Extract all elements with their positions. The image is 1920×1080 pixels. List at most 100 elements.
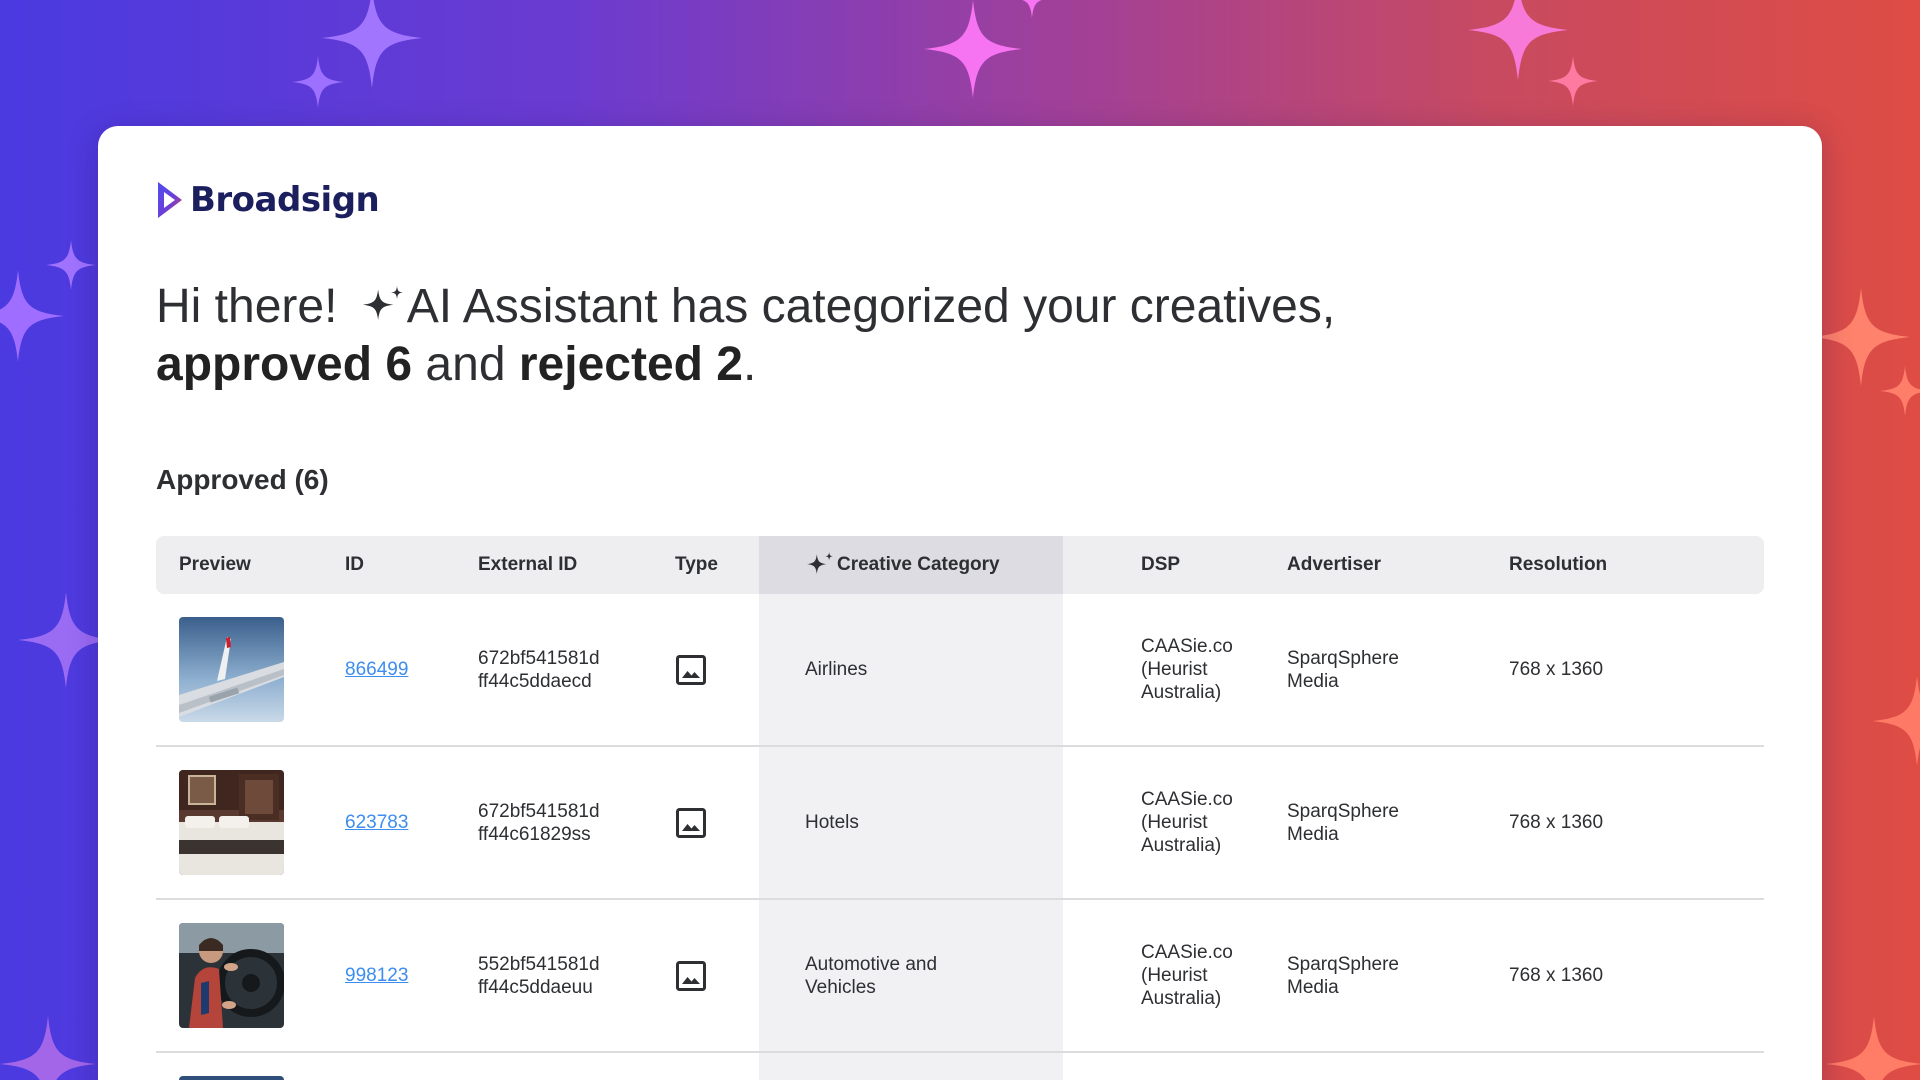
dsp-line: (Heurist — [1141, 812, 1208, 833]
ai-sparkle-icon — [806, 552, 833, 575]
sparkle-icon — [1826, 1016, 1920, 1080]
column-header-advertiser[interactable]: Advertiser — [1264, 536, 1486, 594]
sparkle-icon — [1872, 676, 1920, 766]
resolution-cell: 768 x 1360 — [1509, 965, 1604, 986]
column-header-resolution[interactable]: Resolution — [1486, 536, 1764, 594]
car-driver-thumbnail[interactable] — [179, 923, 284, 1028]
dsp-cell — [1063, 1053, 1264, 1080]
headline-period: . — [743, 338, 757, 391]
column-header-dsp[interactable]: DSP — [1063, 536, 1264, 594]
advertiser-cell: SparqSphere Media — [1264, 900, 1486, 1051]
dsp-line: Australia) — [1141, 988, 1222, 1009]
table-row: 998123 552bf541581d ff44c5ddaeuu Automot… — [156, 900, 1764, 1053]
creative-category-cell: Automotive and Vehicles — [759, 900, 1063, 1051]
creative-category-line: Automotive and — [805, 953, 938, 975]
preview-cell — [156, 1053, 322, 1080]
image-icon — [676, 654, 706, 685]
advertiser-line: SparqSphere — [1287, 800, 1399, 822]
external-id-line: 672bf541581d — [478, 647, 600, 669]
external-id-line: ff44c5ddaeuu — [478, 976, 593, 998]
airplane-wing-thumbnail[interactable] — [179, 617, 284, 722]
table-row: 866499 672bf541581d ff44c5ddaecd Airline… — [156, 594, 1764, 747]
external-id-cell: 672bf541581d ff44c5ddaecd — [455, 594, 652, 745]
external-id-line: 552bf541581d — [478, 953, 600, 975]
broadsign-logo: Broadsign — [156, 178, 380, 222]
dsp-line: CAASie.co — [1141, 789, 1233, 810]
approved-creatives-table: Preview ID External ID Type Creative Cat… — [156, 536, 1764, 1080]
column-header-id[interactable]: ID — [322, 536, 455, 594]
column-header-preview[interactable]: Preview — [156, 536, 322, 594]
image-icon — [676, 807, 706, 838]
page-headline: Hi there! AI Assistant has categorized y… — [156, 278, 1756, 394]
external-id-line: ff44c61829ss — [478, 823, 591, 845]
creative-category-cell — [759, 1053, 1063, 1080]
table-row — [156, 1053, 1764, 1080]
preview-cell — [156, 747, 322, 898]
sparkle-icon — [1012, 0, 1052, 18]
type-cell — [652, 594, 759, 745]
headline-approved-count: approved 6 — [156, 338, 413, 391]
creative-id-link[interactable]: 866499 — [345, 658, 408, 681]
advertiser-cell — [1264, 1053, 1486, 1080]
advertiser-line: SparqSphere — [1287, 953, 1399, 975]
table-header: Preview ID External ID Type Creative Cat… — [156, 536, 1764, 594]
external-id-line: ff44c5ddaecd — [478, 670, 592, 692]
image-icon — [676, 960, 706, 991]
advertiser-line: Media — [1287, 823, 1339, 845]
email-card: Broadsign Hi there! AI Assistant has cat… — [98, 126, 1822, 1080]
external-id-cell — [455, 1053, 652, 1080]
id-cell: 998123 — [322, 900, 455, 1051]
preview-cell — [156, 900, 322, 1051]
headline-line1: AI Assistant has categorized your creati… — [406, 280, 1336, 333]
advertiser-line: Media — [1287, 976, 1339, 998]
sparkle-icon — [1548, 56, 1598, 106]
sparkle-icon — [292, 56, 344, 108]
hotel-room-thumbnail[interactable] — [179, 770, 284, 875]
approved-section-title: Approved (6) — [156, 464, 329, 495]
advertiser-line: SparqSphere — [1287, 647, 1399, 669]
advertiser-line: Media — [1287, 670, 1339, 692]
dsp-line: Australia) — [1141, 682, 1222, 703]
sparkle-icon — [924, 0, 1022, 98]
creative-category-line: Hotels — [805, 812, 859, 833]
external-id-cell: 552bf541581d ff44c5ddaeuu — [455, 900, 652, 1051]
headline-connector: and — [425, 338, 506, 391]
dsp-line: (Heurist — [1141, 965, 1208, 986]
brand-name: Broadsign — [190, 180, 380, 220]
id-cell: 623783 — [322, 747, 455, 898]
dsp-cell: CAASie.co (Heurist Australia) — [1063, 747, 1264, 898]
dsp-cell: CAASie.co (Heurist Australia) — [1063, 900, 1264, 1051]
dsp-line: (Heurist — [1141, 659, 1208, 680]
creative-category-cell: Airlines — [759, 594, 1063, 745]
id-cell: 866499 — [322, 594, 455, 745]
type-cell — [652, 747, 759, 898]
ai-sparkle-icon — [362, 286, 403, 320]
id-cell — [322, 1053, 455, 1080]
headline-rejected-count: rejected 2 — [518, 338, 743, 391]
advertiser-cell: SparqSphere Media — [1264, 747, 1486, 898]
sparkle-icon — [0, 1016, 96, 1080]
column-header-type[interactable]: Type — [652, 536, 759, 594]
column-header-creative-category-label: Creative Category — [837, 554, 1000, 575]
preview-cell — [156, 594, 322, 745]
headline-greeting: Hi there! — [156, 280, 338, 333]
advertiser-cell: SparqSphere Media — [1264, 594, 1486, 745]
resolution-cell — [1486, 1053, 1764, 1080]
table-row: 623783 672bf541581d ff44c61829ss Hotels … — [156, 747, 1764, 900]
creative-category-line: Vehicles — [805, 976, 876, 998]
sparkle-icon — [46, 240, 96, 290]
external-id-line: 672bf541581d — [478, 800, 600, 822]
dsp-cell: CAASie.co (Heurist Australia) — [1063, 594, 1264, 745]
broadsign-play-icon — [158, 182, 182, 218]
partial-thumbnail[interactable] — [179, 1076, 284, 1080]
creative-id-link[interactable]: 623783 — [345, 811, 408, 834]
creative-id-link[interactable]: 998123 — [345, 964, 408, 987]
page-background: Broadsign Hi there! AI Assistant has cat… — [0, 0, 1920, 1080]
type-cell — [652, 1053, 759, 1080]
external-id-cell: 672bf541581d ff44c61829ss — [455, 747, 652, 898]
resolution-cell: 768 x 1360 — [1509, 659, 1604, 680]
column-header-creative-category[interactable]: Creative Category — [759, 536, 1063, 594]
dsp-line: Australia) — [1141, 835, 1222, 856]
creative-category-line: Airlines — [805, 659, 868, 680]
column-header-external-id[interactable]: External ID — [455, 536, 652, 594]
